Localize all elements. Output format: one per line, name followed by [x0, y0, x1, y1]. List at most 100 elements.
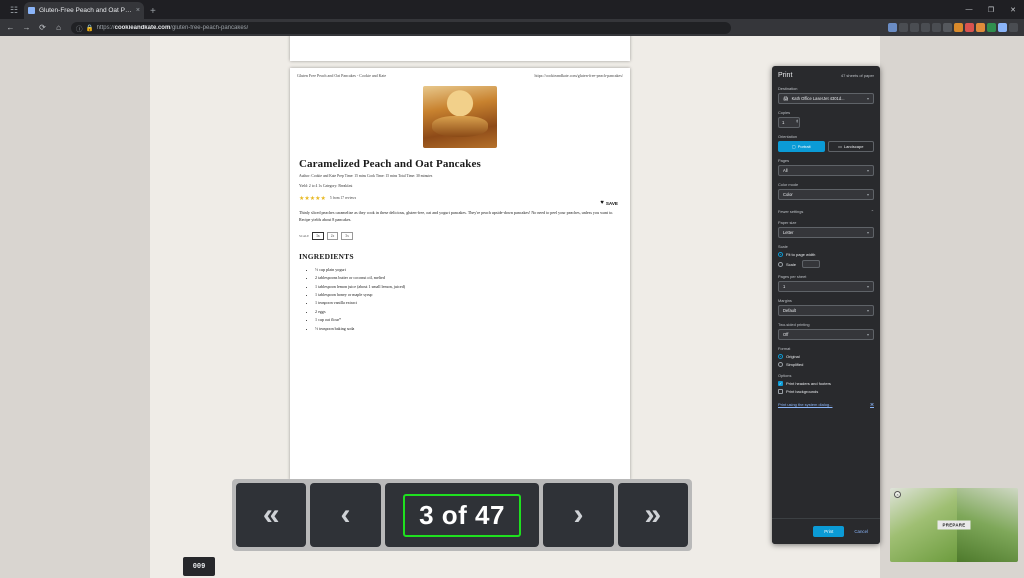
print-button[interactable]: Print	[813, 526, 845, 537]
url-text: https://cookieandkate.com/gluten-free-pe…	[96, 24, 249, 31]
color-mode-label: Color mode	[778, 182, 799, 187]
page-indicator[interactable]: 3 of 47	[403, 493, 521, 537]
extensions-icon[interactable]	[921, 23, 930, 32]
two-sided-select[interactable]: Off ▾	[778, 329, 874, 340]
address-bar[interactable]: ⓘ 🔒 https://cookieandkate.com/gluten-fre…	[71, 21, 731, 34]
orientation-landscape-button[interactable]: ▭ Landscape	[827, 141, 874, 152]
media-icon[interactable]	[932, 23, 941, 32]
option-headers-footers[interactable]: ✓ Print headers and footers	[778, 381, 874, 386]
browser-tab[interactable]: Gluten-Free Peach and Oat Pa... ×	[24, 2, 144, 19]
pages-per-sheet-select[interactable]: 1 ▾	[778, 281, 874, 292]
scale-option-3x[interactable]: 3x	[341, 231, 353, 240]
close-window-button[interactable]: ✕	[1002, 0, 1024, 19]
copies-label: Copies	[778, 110, 791, 115]
chevron-down-icon: ▾	[866, 96, 869, 101]
pages-select[interactable]: All ▾	[778, 165, 874, 176]
timer-badge: 009	[183, 557, 215, 576]
chevron-up-icon: ⌃	[870, 209, 874, 214]
margins-value: Default	[783, 308, 796, 313]
tab-search-icon[interactable]: ☷	[4, 1, 24, 19]
scale-label: SCALE	[299, 233, 310, 238]
system-dialog-label: Print using the system dialog...	[778, 402, 833, 407]
paper-size-value: Letter	[783, 230, 794, 235]
copies-stepper[interactable]: ▴ ▾	[796, 118, 798, 124]
two-sided-value: Off	[783, 332, 789, 337]
portrait-label: Portrait	[797, 144, 811, 149]
paper-size-select[interactable]: Letter ▾	[778, 227, 874, 238]
format-simplified-option[interactable]: Simplified	[778, 362, 874, 367]
bookmark-icon[interactable]	[899, 23, 908, 32]
system-dialog-link[interactable]: Print using the system dialog... ⌘	[778, 402, 874, 407]
window-controls: — ❐ ✕	[958, 0, 1024, 19]
chevron-down-icon: ▾	[866, 230, 869, 235]
chevron-down-icon: ▾	[866, 332, 869, 337]
recipe-meta-line-2: Yield: 2 to 4 1x Category: Breakfast	[299, 183, 353, 188]
scale-custom-input[interactable]	[802, 260, 821, 268]
pages-value: All	[783, 168, 788, 173]
option-backgrounds[interactable]: Print backgrounds	[778, 389, 874, 394]
first-page-button[interactable]: «	[236, 483, 307, 547]
pages-per-sheet-value: 1	[783, 284, 786, 289]
format-original-option[interactable]: Original	[778, 354, 874, 359]
maximize-button[interactable]: ❐	[980, 0, 1002, 19]
color-mode-select[interactable]: Color ▾	[778, 189, 874, 200]
last-page-button[interactable]: »	[617, 483, 689, 547]
home-icon[interactable]: ⌂	[52, 21, 65, 34]
scale-option-2x[interactable]: 2x	[326, 231, 339, 240]
rating-text: 5 from 17 reviews	[329, 196, 357, 201]
new-tab-button[interactable]: +	[150, 6, 156, 17]
lock-icon: 🔒	[85, 24, 94, 32]
list-item: 2 tablespoons butter or coconut oil, mel…	[315, 274, 621, 282]
downloads-icon[interactable]	[910, 23, 919, 32]
reload-icon[interactable]: ⟳	[36, 21, 49, 34]
cancel-button[interactable]: Cancel	[849, 526, 873, 537]
page-indicator-container: 3 of 47	[384, 483, 540, 547]
recipe-hero-image	[423, 86, 497, 148]
margins-select[interactable]: Default ▾	[778, 305, 874, 316]
checkbox-icon	[778, 389, 783, 394]
video-caption: PREPARE	[937, 520, 971, 530]
back-icon[interactable]: ←	[4, 21, 17, 34]
copies-input[interactable]: 1 ▴ ▾	[778, 117, 800, 128]
favicon	[28, 7, 35, 14]
destination-select[interactable]: 🖨 Kath Office LaserJet 4301d... ▾	[778, 93, 874, 104]
recipe-card: Caramelized Peach and Oat Pancakes Autho…	[290, 148, 630, 333]
profile-icon[interactable]	[888, 23, 897, 32]
landscape-icon: ▭	[838, 144, 842, 149]
sheet-header: Gluten Free Peach and Oat Pancakes - Coo…	[290, 68, 630, 78]
scale-option-1x[interactable]: 1x	[312, 231, 324, 240]
scale-custom-option[interactable]: Scale	[778, 260, 874, 268]
video-player[interactable]: PREPARE ×	[890, 488, 1018, 562]
ingredients-list: ½ cup plain yogurt 2 tablespoons butter …	[299, 266, 621, 333]
print-dialog-title: Print	[778, 72, 793, 79]
next-page-button[interactable]: ›	[543, 483, 614, 547]
recipe-meta-line-1: Author: Cookie and Kate Prep Time: 15 mi…	[299, 174, 433, 179]
forward-icon[interactable]: →	[20, 21, 33, 34]
paper-size-label: Paper size	[778, 220, 797, 225]
note-icon[interactable]	[965, 23, 974, 32]
menu-icon[interactable]	[1009, 23, 1018, 32]
radio-icon	[778, 354, 783, 359]
destination-value: Kath Office LaserJet 4301d...	[791, 96, 845, 101]
previous-page-button[interactable]: ‹	[310, 483, 381, 547]
page-info-icon[interactable]: ⓘ	[76, 23, 83, 33]
orientation-portrait-button[interactable]: ▢ Portrait	[778, 141, 825, 152]
print-preview-area: 2 of 3 1/7/2024, 10:40 AM Gluten Free Pe…	[140, 36, 770, 506]
save-recipe-button[interactable]: ♥ SAVE	[600, 200, 618, 206]
close-icon[interactable]: ×	[894, 491, 901, 498]
shield-icon[interactable]	[998, 23, 1007, 32]
sheet-header-title: Gluten Free Peach and Oat Pancakes - Coo…	[297, 73, 387, 78]
list-item: 2 eggs	[315, 308, 621, 316]
minimize-button[interactable]: —	[958, 0, 980, 19]
orientation-label: Orientation	[778, 134, 798, 139]
app-icon[interactable]	[954, 23, 963, 32]
fewer-settings-toggle[interactable]: Fewer settings ⌃	[778, 209, 874, 214]
wallet-icon[interactable]	[987, 23, 996, 32]
headers-footers-label: Print headers and footers	[786, 381, 831, 386]
tab-close-icon[interactable]: ×	[136, 7, 140, 14]
printer-icon: 🖨	[783, 95, 789, 101]
scale-fit-option[interactable]: Fit to page width	[778, 252, 874, 257]
list-item: 1 tablespoon honey or maple syrup	[315, 291, 621, 299]
cast-icon[interactable]	[943, 23, 952, 32]
color-icon[interactable]	[976, 23, 985, 32]
